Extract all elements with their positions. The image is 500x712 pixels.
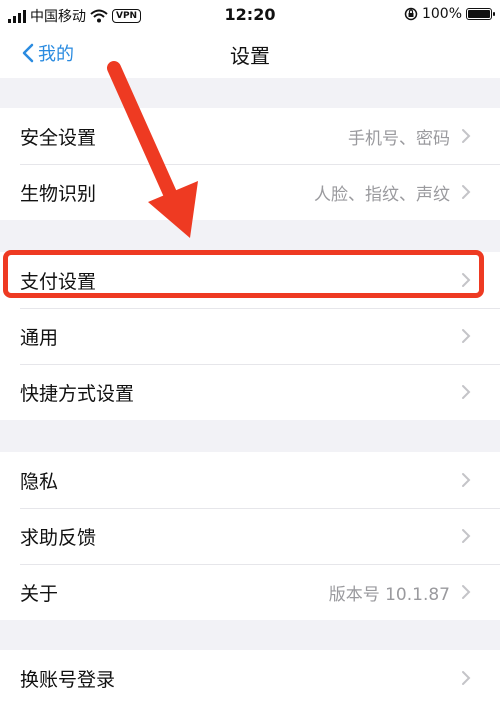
row-security-settings[interactable]: 安全设置 手机号、密码 <box>0 108 500 164</box>
row-label: 生物识别 <box>20 182 97 205</box>
row-label: 安全设置 <box>20 126 97 149</box>
battery-percent: 100% <box>421 6 462 22</box>
chevron-right-icon <box>462 585 471 599</box>
row-shortcut-settings[interactable]: 快捷方式设置 <box>0 364 500 420</box>
chevron-right-icon <box>462 273 471 287</box>
page-title: 设置 <box>230 44 270 68</box>
chevron-right-icon <box>462 529 471 543</box>
row-label: 换账号登录 <box>20 668 116 691</box>
settings-section-security: 安全设置 手机号、密码 生物识别 人脸、指纹、声纹 <box>0 108 500 220</box>
chevron-right-icon <box>462 385 471 399</box>
chevron-right-icon <box>462 129 471 143</box>
chevron-right-icon <box>462 185 471 199</box>
row-value: 手机号、密码 <box>348 128 450 149</box>
chevron-right-icon <box>462 473 471 487</box>
row-label: 支付设置 <box>20 270 97 293</box>
chevron-right-icon <box>462 671 471 685</box>
row-about[interactable]: 关于 版本号 10.1.87 <box>0 564 500 620</box>
row-help-feedback[interactable]: 求助反馈 <box>0 508 500 564</box>
row-label: 求助反馈 <box>20 526 97 549</box>
row-switch-account[interactable]: 换账号登录 <box>0 650 500 706</box>
battery-icon <box>466 8 495 20</box>
settings-section-account: 换账号登录 <box>0 650 500 712</box>
row-label: 快捷方式设置 <box>20 382 135 405</box>
row-label: 隐私 <box>20 470 59 493</box>
row-value: 人脸、指纹、声纹 <box>314 184 450 205</box>
chevron-right-icon <box>462 329 471 343</box>
row-privacy[interactable]: 隐私 <box>0 452 500 508</box>
nav-bar: 我的 设置 <box>0 30 500 78</box>
row-biometrics[interactable]: 生物识别 人脸、指纹、声纹 <box>0 164 500 220</box>
status-bar: 中国移动 VPN 12:20 100% <box>0 0 500 30</box>
settings-section-general: 支付设置 通用 快捷方式设置 <box>0 252 500 420</box>
row-general[interactable]: 通用 <box>0 308 500 364</box>
settings-section-info: 隐私 求助反馈 关于 版本号 10.1.87 <box>0 452 500 620</box>
row-payment-settings[interactable]: 支付设置 <box>0 252 500 308</box>
orientation-lock-icon <box>404 7 418 21</box>
row-label: 通用 <box>20 326 59 349</box>
row-value: 版本号 10.1.87 <box>328 584 450 605</box>
status-right: 100% <box>404 6 495 22</box>
row-label: 关于 <box>20 582 59 605</box>
